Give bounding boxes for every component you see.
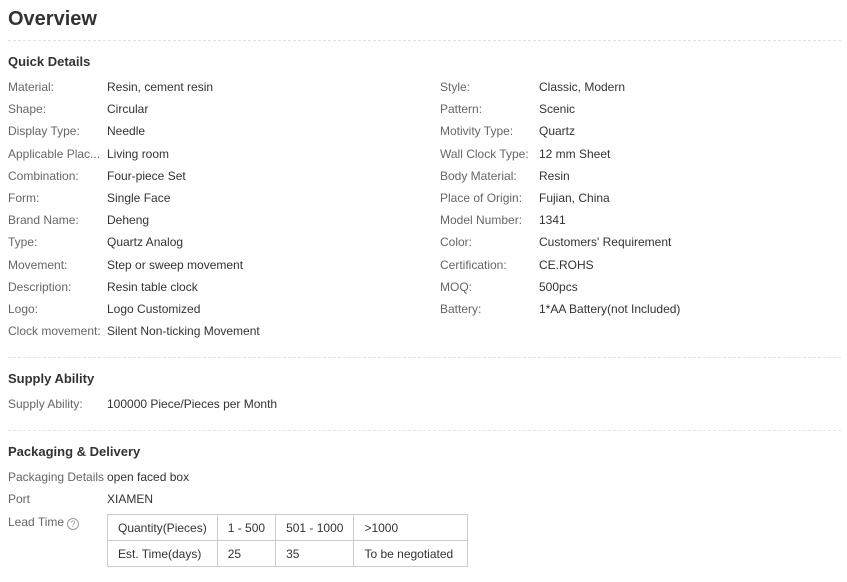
detail-label: Clock movement: <box>8 324 101 338</box>
detail-value: Logo Customized <box>107 302 201 316</box>
detail-value: Step or sweep movement <box>107 258 244 272</box>
detail-label: Description: <box>8 280 72 294</box>
detail-label: Display Type: <box>8 124 80 138</box>
detail-label: Shape: <box>8 102 47 116</box>
lead-time-label: Lead Time <box>8 515 65 529</box>
divider <box>8 357 841 358</box>
table-cell: To be negotiated <box>353 540 469 567</box>
detail-value: Four-piece Set <box>107 169 186 183</box>
detail-value: Single Face <box>107 191 171 205</box>
port-value: XIAMEN <box>107 492 154 506</box>
detail-label: MOQ: <box>440 280 472 294</box>
port-label: Port <box>8 492 31 506</box>
detail-value: 500pcs <box>539 280 578 294</box>
table-cell: 1 - 500 <box>216 514 277 541</box>
table-cell: Est. Time(days) <box>107 540 218 567</box>
packaging-title: Packaging & Delivery <box>8 444 141 459</box>
page-title: Overview <box>8 8 97 30</box>
detail-value: Fujian, China <box>539 191 610 205</box>
detail-label: Certification: <box>440 258 507 272</box>
detail-label: Form: <box>8 191 40 205</box>
detail-label: Logo: <box>8 302 39 316</box>
detail-value: Resin <box>539 169 570 183</box>
lead-time-table: Quantity(Pieces) 1 - 500 501 - 1000 >100… <box>107 514 469 567</box>
table-row: Est. Time(days) 25 35 To be negotiated <box>107 540 469 567</box>
detail-label: Material: <box>8 80 55 94</box>
detail-value: Quartz Analog <box>107 235 184 249</box>
lead-time-row: Lead Time? <box>8 514 80 530</box>
supply-ability-label: Supply Ability: <box>8 397 83 411</box>
quick-details-title: Quick Details <box>8 54 91 69</box>
detail-label: Motivity Type: <box>440 124 514 138</box>
detail-value: CE.ROHS <box>539 258 594 272</box>
detail-label: Wall Clock Type: <box>440 147 529 161</box>
detail-label: Style: <box>440 80 471 94</box>
table-cell: 35 <box>275 540 355 567</box>
detail-value: Resin table clock <box>107 280 198 294</box>
packaging-details-label: Packaging Details <box>8 470 105 484</box>
detail-label: Pattern: <box>440 102 483 116</box>
table-cell: 501 - 1000 <box>275 514 355 541</box>
detail-label: Type: <box>8 235 38 249</box>
detail-label: Color: <box>440 235 473 249</box>
table-cell: >1000 <box>353 514 469 541</box>
help-icon[interactable]: ? <box>67 518 80 530</box>
detail-value: Needle <box>107 124 146 138</box>
supply-ability-value: 100000 Piece/Pieces per Month <box>107 397 278 411</box>
detail-value: Circular <box>107 102 149 116</box>
detail-label: Battery: <box>440 302 482 316</box>
detail-label: Applicable Plac... <box>8 147 101 161</box>
detail-label: Body Material: <box>440 169 517 183</box>
detail-value: Silent Non-ticking Movement <box>107 324 260 338</box>
supply-ability-title: Supply Ability <box>8 371 95 386</box>
detail-value: Resin, cement resin <box>107 80 214 94</box>
table-cell: 25 <box>216 540 277 567</box>
detail-label: Place of Origin: <box>440 191 523 205</box>
detail-label: Combination: <box>8 169 79 183</box>
detail-value: Deheng <box>107 213 150 227</box>
detail-value: Customers' Requirement <box>539 235 672 249</box>
detail-value: Quartz <box>539 124 576 138</box>
detail-value: 12 mm Sheet <box>539 147 611 161</box>
table-row: Quantity(Pieces) 1 - 500 501 - 1000 >100… <box>107 514 469 541</box>
detail-value: Living room <box>107 147 170 161</box>
detail-value: Classic, Modern <box>539 80 626 94</box>
detail-value: 1341 <box>539 213 566 227</box>
detail-value: 1*AA Battery(not Included) <box>539 302 681 316</box>
detail-label: Brand Name: <box>8 213 79 227</box>
table-cell: Quantity(Pieces) <box>107 514 218 541</box>
detail-value: Scenic <box>539 102 576 116</box>
divider <box>8 430 841 431</box>
divider <box>8 40 841 41</box>
detail-label: Movement: <box>8 258 68 272</box>
detail-label: Model Number: <box>440 213 523 227</box>
packaging-details-value: open faced box <box>107 470 190 484</box>
